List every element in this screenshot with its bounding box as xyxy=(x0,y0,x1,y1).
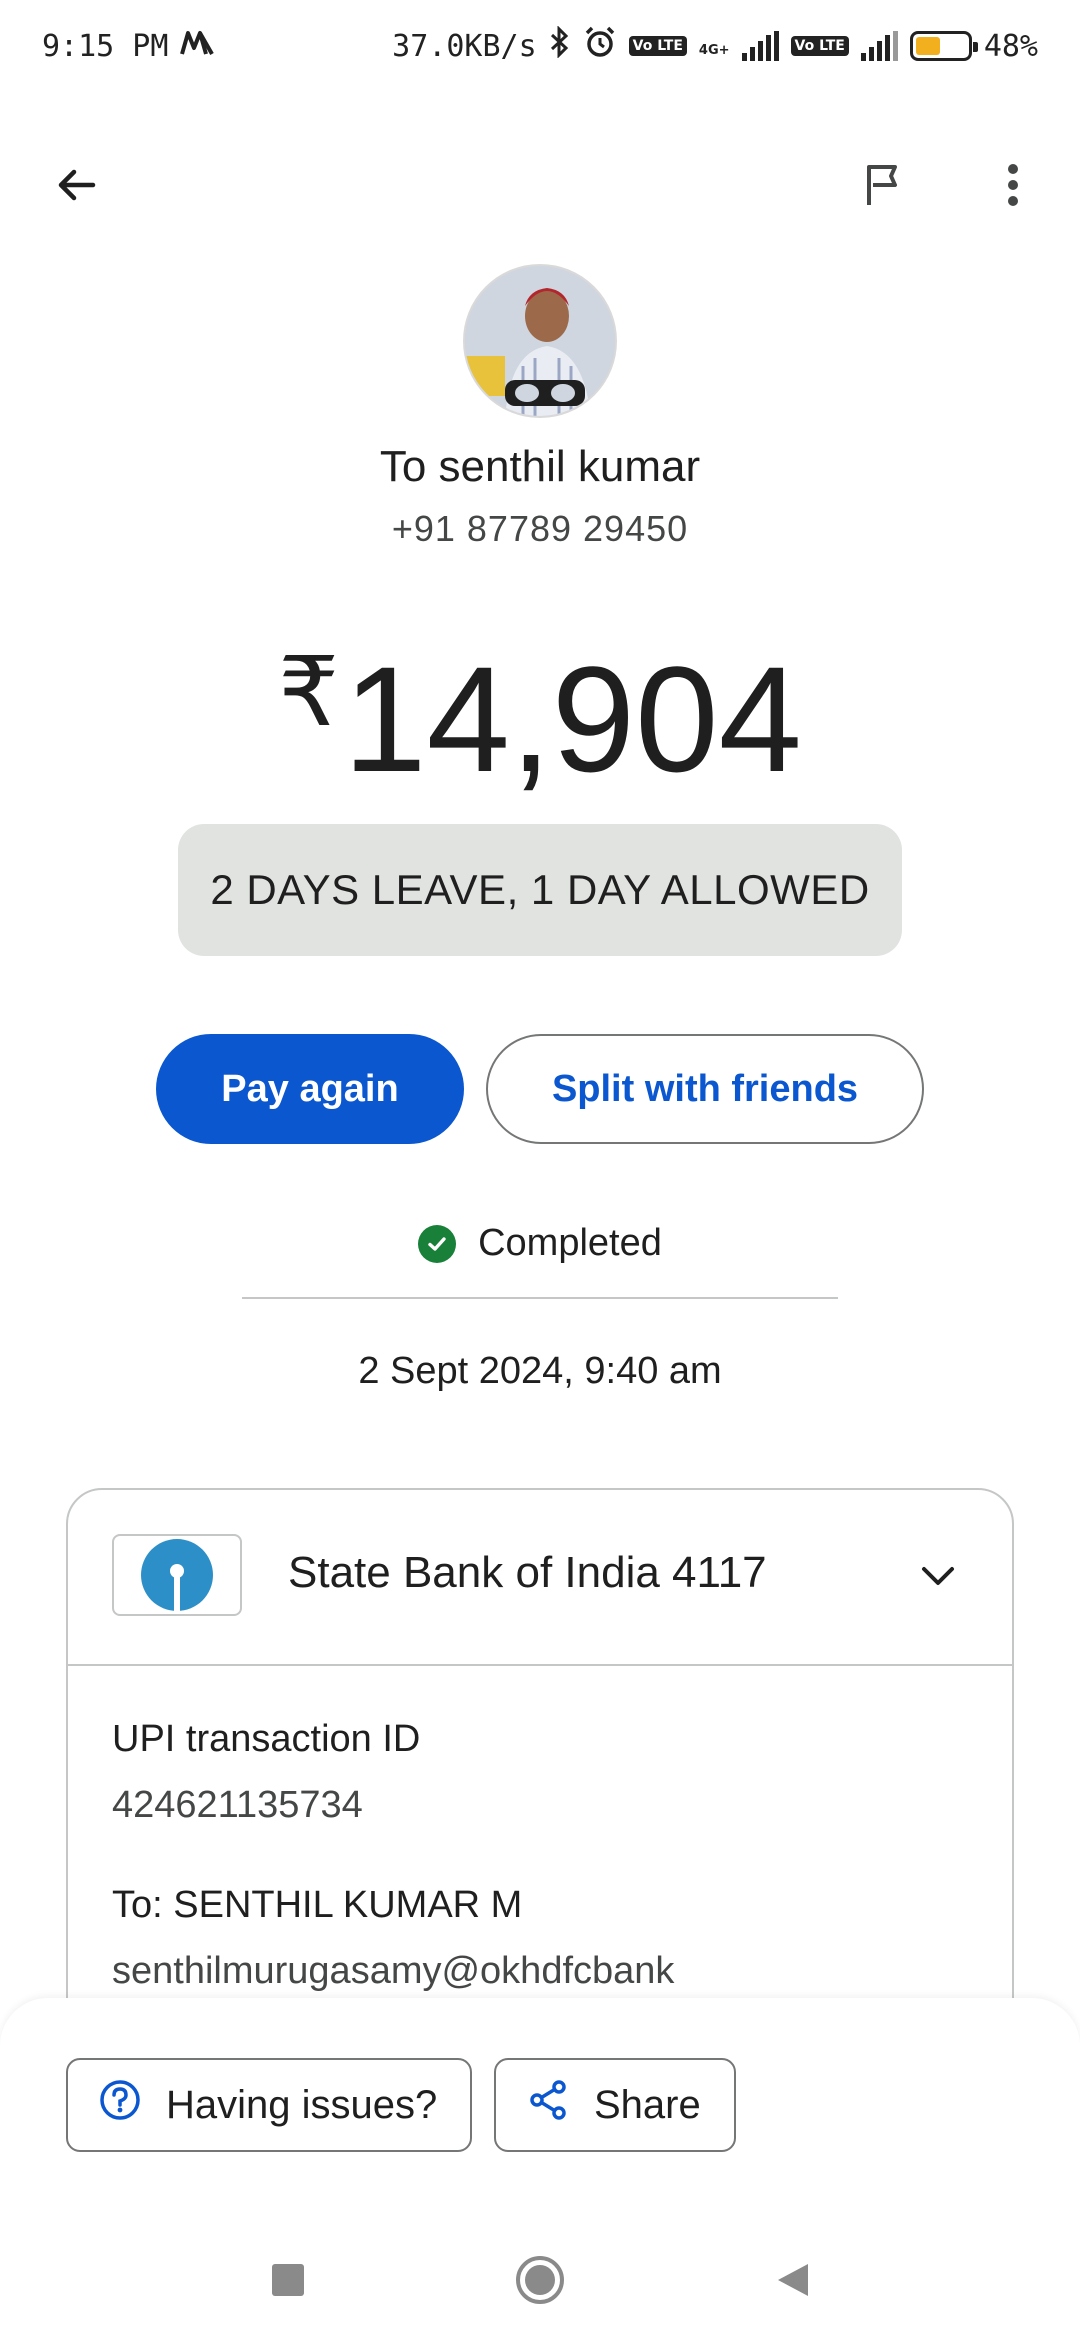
battery-percent: 48% xyxy=(983,28,1038,64)
m-logo-icon xyxy=(180,29,215,64)
volte-badge-2: Vo LTE xyxy=(790,36,849,56)
currency-symbol: ₹ xyxy=(278,639,340,746)
divider xyxy=(242,1297,838,1299)
share-button[interactable]: Share xyxy=(494,2058,736,2152)
status-label: Completed xyxy=(478,1222,662,1264)
more-vert-icon[interactable] xyxy=(968,140,1058,230)
network-4g-label: 4G+ xyxy=(698,43,730,58)
arrow-back-icon[interactable] xyxy=(32,140,122,230)
share-icon xyxy=(526,2078,570,2132)
sbi-logo-icon xyxy=(112,1534,242,1616)
recipient-phone: +91 87789 29450 xyxy=(391,508,689,549)
help-circle-icon xyxy=(98,2078,142,2132)
network-speed: 37.0KB/s xyxy=(392,28,537,64)
volte-badge-1: Vo LTE xyxy=(628,36,687,56)
share-label: Share xyxy=(594,2082,701,2127)
recents-square-icon[interactable] xyxy=(258,2250,318,2310)
recipient-full-name: To: SENTHIL KUMAR M xyxy=(112,1884,523,1926)
recipient-name: To senthil kumar xyxy=(379,442,701,491)
battery-fill xyxy=(915,37,940,55)
upi-transaction-id-value: 424621135734 xyxy=(112,1784,363,1826)
payment-status: Completed xyxy=(0,1222,1080,1265)
bank-account-row[interactable]: State Bank of India 4117 xyxy=(68,1490,1012,1666)
status-bar: 9:15 PM 37.0KB/s Vo LTE 4G+ Vo LTE 48% xyxy=(0,0,1080,92)
alarm-icon xyxy=(583,25,617,67)
bank-account-name: State Bank of India 4117 xyxy=(288,1548,767,1597)
back-triangle-icon[interactable] xyxy=(762,2250,822,2310)
payment-note: 2 DAYS LEAVE, 1 DAY ALLOWED xyxy=(178,824,902,956)
upi-transaction-id-label: UPI transaction ID xyxy=(112,1718,421,1760)
transaction-date: 2 Sept 2024, 9:40 am xyxy=(358,1350,722,1392)
having-issues-button[interactable]: Having issues? xyxy=(66,2058,472,2152)
battery-icon xyxy=(909,31,978,61)
bluetooth-icon xyxy=(549,25,571,66)
having-issues-label: Having issues? xyxy=(166,2082,438,2127)
avatar xyxy=(463,264,617,418)
check-circle-icon xyxy=(418,1224,457,1263)
amount-value: 14,904 xyxy=(343,635,802,803)
signal-strength-icon-2 xyxy=(860,31,898,61)
transaction-details-card: State Bank of India 4117 UPI transaction… xyxy=(66,1488,1014,2048)
chevron-down-icon[interactable] xyxy=(908,1546,968,1606)
flag-icon[interactable] xyxy=(838,140,928,230)
status-right: 37.0KB/s Vo LTE 4G+ Vo LTE 48% xyxy=(392,25,1038,67)
system-nav-bar xyxy=(0,2220,1080,2340)
split-with-friends-button[interactable]: Split with friends xyxy=(486,1034,924,1144)
status-time: 9:15 PM xyxy=(42,28,169,64)
recipient-upi-id: senthilmurugasamy@okhdfcbank xyxy=(112,1950,675,1992)
pay-again-button[interactable]: Pay again xyxy=(156,1034,464,1144)
signal-strength-icon xyxy=(741,31,779,61)
home-circle-icon[interactable] xyxy=(510,2250,570,2310)
payment-amount: ₹14,904 xyxy=(0,608,1080,804)
top-app-bar xyxy=(0,140,1080,230)
status-left: 9:15 PM xyxy=(42,28,215,64)
